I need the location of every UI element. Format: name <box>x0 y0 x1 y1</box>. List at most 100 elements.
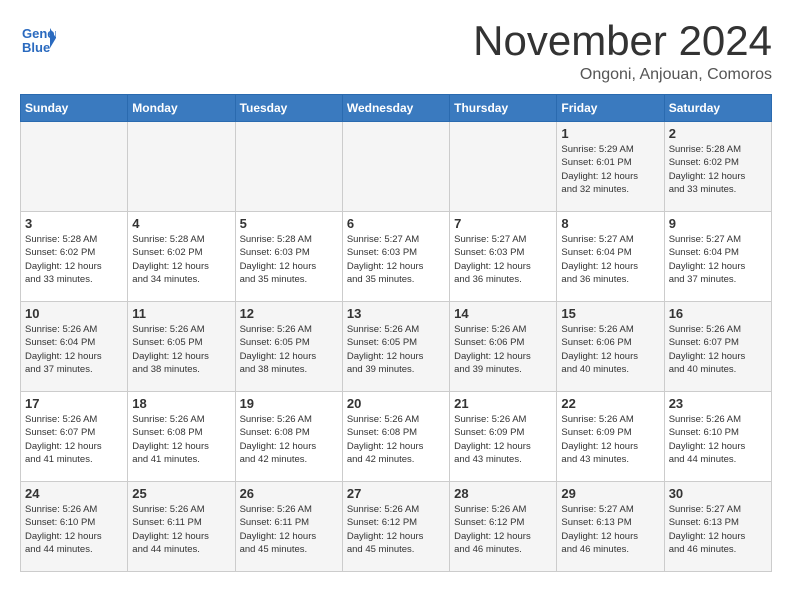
week-row-3: 10 Sunrise: 5:26 AMSunset: 6:04 PMDayligh… <box>21 302 772 392</box>
day-info: Sunrise: 5:27 AMSunset: 6:03 PMDaylight:… <box>454 233 552 286</box>
day-info: Sunrise: 5:28 AMSunset: 6:02 PMDaylight:… <box>25 233 123 286</box>
day-number: 24 <box>25 486 123 501</box>
logo-icon: General Blue <box>20 20 56 56</box>
calendar-cell: 6 Sunrise: 5:27 AMSunset: 6:03 PMDaylight… <box>342 212 449 302</box>
day-info: Sunrise: 5:26 AMSunset: 6:05 PMDaylight:… <box>132 323 230 376</box>
day-info: Sunrise: 5:27 AMSunset: 6:04 PMDaylight:… <box>561 233 659 286</box>
day-number: 9 <box>669 216 767 231</box>
day-info: Sunrise: 5:27 AMSunset: 6:03 PMDaylight:… <box>347 233 445 286</box>
calendar-cell <box>21 122 128 212</box>
day-info: Sunrise: 5:26 AMSunset: 6:08 PMDaylight:… <box>347 413 445 466</box>
day-number: 14 <box>454 306 552 321</box>
month-title: November 2024 <box>473 20 772 62</box>
week-row-5: 24 Sunrise: 5:26 AMSunset: 6:10 PMDayligh… <box>21 482 772 572</box>
calendar-cell: 24 Sunrise: 5:26 AMSunset: 6:10 PMDayligh… <box>21 482 128 572</box>
calendar-cell: 18Sunrise: 5:26 AMSunset: 6:08 PMDayligh… <box>128 392 235 482</box>
day-number: 2 <box>669 126 767 141</box>
day-number: 10 <box>25 306 123 321</box>
calendar-cell: 9 Sunrise: 5:27 AMSunset: 6:04 PMDaylight… <box>664 212 771 302</box>
calendar-cell: 13 Sunrise: 5:26 AMSunset: 6:05 PMDayligh… <box>342 302 449 392</box>
day-info: Sunrise: 5:26 AMSunset: 6:06 PMDaylight:… <box>454 323 552 376</box>
day-number: 27 <box>347 486 445 501</box>
calendar-cell: 1Sunrise: 5:29 AMSunset: 6:01 PMDaylight… <box>557 122 664 212</box>
day-number: 25 <box>132 486 230 501</box>
day-number: 4 <box>132 216 230 231</box>
day-info: Sunrise: 5:26 AMSunset: 6:07 PMDaylight:… <box>25 413 123 466</box>
calendar-cell: 2Sunrise: 5:28 AMSunset: 6:02 PMDaylight… <box>664 122 771 212</box>
weekday-header-wednesday: Wednesday <box>342 95 449 122</box>
calendar-cell: 8 Sunrise: 5:27 AMSunset: 6:04 PMDaylight… <box>557 212 664 302</box>
day-info: Sunrise: 5:26 AMSunset: 6:07 PMDaylight:… <box>669 323 767 376</box>
day-info: Sunrise: 5:26 AMSunset: 6:10 PMDaylight:… <box>669 413 767 466</box>
weekday-header-friday: Friday <box>557 95 664 122</box>
day-number: 23 <box>669 396 767 411</box>
calendar-table: SundayMondayTuesdayWednesdayThursdayFrid… <box>20 94 772 572</box>
calendar-cell: 22 Sunrise: 5:26 AMSunset: 6:09 PMDayligh… <box>557 392 664 482</box>
day-info: Sunrise: 5:26 AMSunset: 6:11 PMDaylight:… <box>240 503 338 556</box>
svg-text:Blue: Blue <box>22 40 50 55</box>
calendar-cell <box>450 122 557 212</box>
calendar-cell: 23 Sunrise: 5:26 AMSunset: 6:10 PMDayligh… <box>664 392 771 482</box>
calendar-cell <box>235 122 342 212</box>
day-number: 13 <box>347 306 445 321</box>
calendar-cell: 15Sunrise: 5:26 AMSunset: 6:06 PMDayligh… <box>557 302 664 392</box>
day-info: Sunrise: 5:27 AMSunset: 6:13 PMDaylight:… <box>669 503 767 556</box>
day-info: Sunrise: 5:26 AMSunset: 6:12 PMDaylight:… <box>454 503 552 556</box>
calendar-cell: 3 Sunrise: 5:28 AMSunset: 6:02 PMDaylight… <box>21 212 128 302</box>
calendar-cell: 14 Sunrise: 5:26 AMSunset: 6:06 PMDayligh… <box>450 302 557 392</box>
day-number: 16 <box>669 306 767 321</box>
day-info: Sunrise: 5:26 AMSunset: 6:05 PMDaylight:… <box>347 323 445 376</box>
day-info: Sunrise: 5:26 AMSunset: 6:09 PMDaylight:… <box>454 413 552 466</box>
day-number: 30 <box>669 486 767 501</box>
day-info: Sunrise: 5:27 AMSunset: 6:13 PMDaylight:… <box>561 503 659 556</box>
day-number: 7 <box>454 216 552 231</box>
day-number: 1 <box>561 126 659 141</box>
weekday-header-monday: Monday <box>128 95 235 122</box>
day-number: 18 <box>132 396 230 411</box>
day-number: 6 <box>347 216 445 231</box>
location-title: Ongoni, Anjouan, Comoros <box>473 66 772 84</box>
calendar-cell: 21 Sunrise: 5:26 AMSunset: 6:09 PMDayligh… <box>450 392 557 482</box>
day-number: 20 <box>347 396 445 411</box>
calendar-cell: 20 Sunrise: 5:26 AMSunset: 6:08 PMDayligh… <box>342 392 449 482</box>
calendar-cell <box>128 122 235 212</box>
calendar-cell: 11Sunrise: 5:26 AMSunset: 6:05 PMDayligh… <box>128 302 235 392</box>
day-info: Sunrise: 5:26 AMSunset: 6:05 PMDaylight:… <box>240 323 338 376</box>
day-number: 8 <box>561 216 659 231</box>
calendar-cell: 27 Sunrise: 5:26 AMSunset: 6:12 PMDayligh… <box>342 482 449 572</box>
calendar-cell: 29 Sunrise: 5:27 AMSunset: 6:13 PMDayligh… <box>557 482 664 572</box>
day-number: 21 <box>454 396 552 411</box>
day-info: Sunrise: 5:26 AMSunset: 6:11 PMDaylight:… <box>132 503 230 556</box>
day-info: Sunrise: 5:26 AMSunset: 6:08 PMDaylight:… <box>240 413 338 466</box>
weekday-header-thursday: Thursday <box>450 95 557 122</box>
day-info: Sunrise: 5:26 AMSunset: 6:06 PMDaylight:… <box>561 323 659 376</box>
week-row-4: 17 Sunrise: 5:26 AMSunset: 6:07 PMDayligh… <box>21 392 772 482</box>
day-number: 17 <box>25 396 123 411</box>
page-header: General Blue November 2024 Ongoni, Anjou… <box>20 20 772 84</box>
day-info: Sunrise: 5:26 AMSunset: 6:09 PMDaylight:… <box>561 413 659 466</box>
day-number: 26 <box>240 486 338 501</box>
day-number: 28 <box>454 486 552 501</box>
weekday-header-sunday: Sunday <box>21 95 128 122</box>
day-number: 29 <box>561 486 659 501</box>
week-row-2: 3 Sunrise: 5:28 AMSunset: 6:02 PMDaylight… <box>21 212 772 302</box>
day-info: Sunrise: 5:26 AMSunset: 6:04 PMDaylight:… <box>25 323 123 376</box>
day-info: Sunrise: 5:27 AMSunset: 6:04 PMDaylight:… <box>669 233 767 286</box>
day-number: 19 <box>240 396 338 411</box>
day-info: Sunrise: 5:26 AMSunset: 6:10 PMDaylight:… <box>25 503 123 556</box>
weekday-header-tuesday: Tuesday <box>235 95 342 122</box>
calendar-cell: 16 Sunrise: 5:26 AMSunset: 6:07 PMDayligh… <box>664 302 771 392</box>
calendar-cell <box>342 122 449 212</box>
calendar-cell: 7 Sunrise: 5:27 AMSunset: 6:03 PMDaylight… <box>450 212 557 302</box>
day-info: Sunrise: 5:26 AMSunset: 6:12 PMDaylight:… <box>347 503 445 556</box>
day-number: 3 <box>25 216 123 231</box>
calendar-cell: 12Sunrise: 5:26 AMSunset: 6:05 PMDayligh… <box>235 302 342 392</box>
calendar-cell: 25 Sunrise: 5:26 AMSunset: 6:11 PMDayligh… <box>128 482 235 572</box>
calendar-cell: 28 Sunrise: 5:26 AMSunset: 6:12 PMDayligh… <box>450 482 557 572</box>
calendar-cell: 10 Sunrise: 5:26 AMSunset: 6:04 PMDayligh… <box>21 302 128 392</box>
day-number: 5 <box>240 216 338 231</box>
calendar-cell: 26 Sunrise: 5:26 AMSunset: 6:11 PMDayligh… <box>235 482 342 572</box>
day-number: 22 <box>561 396 659 411</box>
day-info: Sunrise: 5:28 AMSunset: 6:02 PMDaylight:… <box>132 233 230 286</box>
calendar-cell: 5Sunrise: 5:28 AMSunset: 6:03 PMDaylight… <box>235 212 342 302</box>
